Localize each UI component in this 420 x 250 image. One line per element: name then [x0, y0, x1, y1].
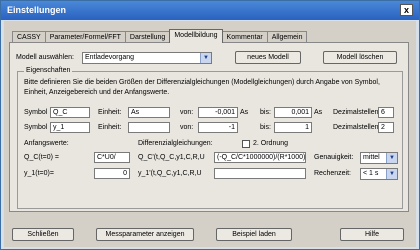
- chevron-down-icon: ▼: [200, 53, 211, 63]
- decimals-label: Dezimalstellen:: [333, 124, 381, 131]
- unit-input[interactable]: [128, 122, 170, 133]
- range-to-label: bis:: [260, 109, 271, 116]
- equation-input[interactable]: [214, 168, 306, 179]
- calc-time-label: Rechenzeit:: [314, 170, 351, 177]
- calc-time-select[interactable]: < 1 s ▼: [360, 168, 398, 180]
- symbol-label: Symbol: [24, 109, 48, 116]
- accuracy-select[interactable]: mittel ▼: [360, 152, 398, 164]
- range-from-input[interactable]: -1: [198, 122, 238, 133]
- range-from-label: von:: [180, 124, 194, 131]
- equation-label: y_1'(t,Q_C,y1,C,R,U: [138, 170, 202, 177]
- initial-value-label: y_1(t=0)=: [24, 170, 54, 177]
- model-select-label: Modell auswählen:: [16, 54, 74, 61]
- range-to-unit: As: [314, 109, 323, 116]
- initial-value-input[interactable]: C*U0/: [94, 152, 130, 163]
- range-from-unit: As: [240, 109, 249, 116]
- equation-label: Q_C'(t,Q_C,y1,C,R,U: [138, 154, 205, 161]
- model-select-value: Entladevorgang: [85, 54, 135, 61]
- range-to-label: bis:: [260, 124, 271, 131]
- decimals-label: Dezimalstellen:: [333, 109, 381, 116]
- decimals-input[interactable]: 6: [378, 107, 394, 118]
- unit-label: Einheit:: [98, 124, 122, 131]
- differential-equations-label: Differenzialgleichungen:: [138, 140, 213, 147]
- show-measurement-params-button[interactable]: Messparameter anzeigen: [96, 228, 194, 241]
- chevron-down-icon: ▼: [386, 169, 397, 179]
- delete-model-button[interactable]: Modell löschen: [323, 51, 397, 64]
- initial-value-label: Q_C(t=0) =: [24, 154, 60, 161]
- tab-strip: CASSY Parameter/Formel/FFT Darstellung M…: [12, 29, 308, 43]
- range-to-input[interactable]: 1: [274, 122, 312, 133]
- second-order-checkbox[interactable]: [242, 140, 250, 148]
- accuracy-value: mittel: [363, 154, 380, 161]
- range-to-input[interactable]: 0,001: [274, 107, 312, 118]
- tab-modellbildung[interactable]: Modellbildung: [169, 29, 223, 43]
- settings-window: Einstellungen x CASSY Parameter/Formel/F…: [0, 0, 420, 250]
- modellbildung-panel: Modell auswählen: Entladevorgang ▼ neues…: [9, 42, 409, 212]
- symbol-input[interactable]: y_1: [50, 122, 90, 133]
- chevron-down-icon: ▼: [386, 153, 397, 163]
- properties-title: Eigenschaften: [24, 66, 73, 76]
- initial-values-label: Anfangswerte:: [24, 140, 69, 147]
- calc-time-value: < 1 s: [363, 170, 379, 177]
- equation-input[interactable]: (-Q_C/C*1000000)/(R*1000): [214, 152, 306, 163]
- close-icon[interactable]: x: [400, 4, 413, 16]
- close-button[interactable]: Schließen: [12, 228, 74, 241]
- range-from-label: von:: [180, 109, 194, 116]
- accuracy-label: Genauigkeit:: [314, 154, 354, 161]
- symbol-input[interactable]: Q_C: [50, 107, 90, 118]
- properties-description: Bitte definieren Sie die beiden Größen d…: [24, 79, 380, 96]
- initial-value-input[interactable]: 0: [94, 168, 130, 179]
- properties-group: Eigenschaften Bitte definieren Sie die b…: [17, 66, 403, 209]
- dialog-client: CASSY Parameter/Formel/FFT Darstellung M…: [4, 21, 416, 247]
- new-model-button[interactable]: neues Modell: [235, 51, 301, 64]
- window-titlebar[interactable]: Einstellungen x: [1, 1, 419, 20]
- symbol-label: Symbol: [24, 124, 48, 131]
- help-button[interactable]: Hilfe: [340, 228, 404, 241]
- model-select[interactable]: Entladevorgang ▼: [82, 52, 212, 64]
- load-example-button[interactable]: Beispiel laden: [216, 228, 292, 241]
- unit-label: Einheit:: [98, 109, 122, 116]
- range-from-input[interactable]: -0,001: [198, 107, 238, 118]
- second-order-label: 2. Ordnung: [253, 140, 289, 147]
- window-title: Einstellungen: [7, 5, 67, 15]
- unit-input[interactable]: As: [128, 107, 170, 118]
- decimals-input[interactable]: 2: [378, 122, 394, 133]
